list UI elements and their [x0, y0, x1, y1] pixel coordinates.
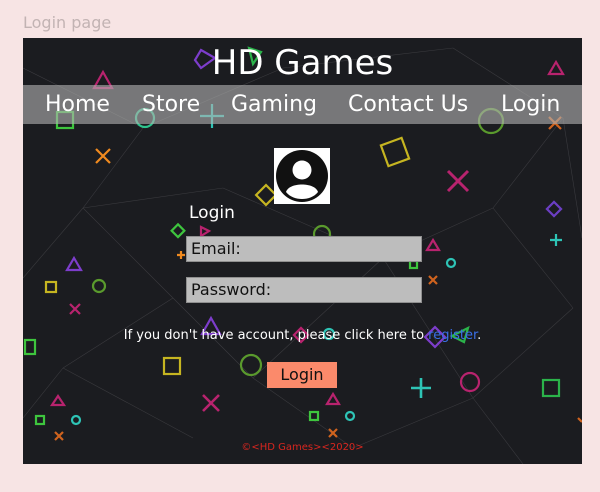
password-field[interactable]: [186, 277, 422, 303]
nav-item-gaming[interactable]: Gaming: [231, 85, 317, 124]
login-heading: Login: [189, 203, 235, 223]
avatar: [274, 148, 330, 204]
register-suffix: .: [477, 328, 482, 343]
nav-item-home[interactable]: Home: [45, 85, 110, 124]
site-title: HD Games: [211, 43, 394, 83]
register-prompt: If you don't have account, please click …: [23, 327, 582, 345]
login-button[interactable]: Login: [267, 362, 337, 388]
register-text: If you don't have account, please click …: [123, 328, 429, 343]
email-field[interactable]: [186, 236, 422, 262]
frame-label: Login page: [23, 13, 112, 32]
nav-item-store[interactable]: Store: [142, 85, 200, 124]
nav-item-contact-us[interactable]: Contact Us: [348, 85, 468, 124]
login-page-screen: HD Games Home Store Gaming Contact Us Lo…: [23, 38, 582, 464]
nav-item-login[interactable]: Login: [501, 85, 560, 124]
register-link[interactable]: register: [428, 328, 477, 343]
user-circle-icon: [276, 150, 328, 202]
footer-copyright: ©<HD Games><2020>: [241, 442, 364, 453]
main-nav: Home Store Gaming Contact Us Login: [23, 85, 582, 124]
